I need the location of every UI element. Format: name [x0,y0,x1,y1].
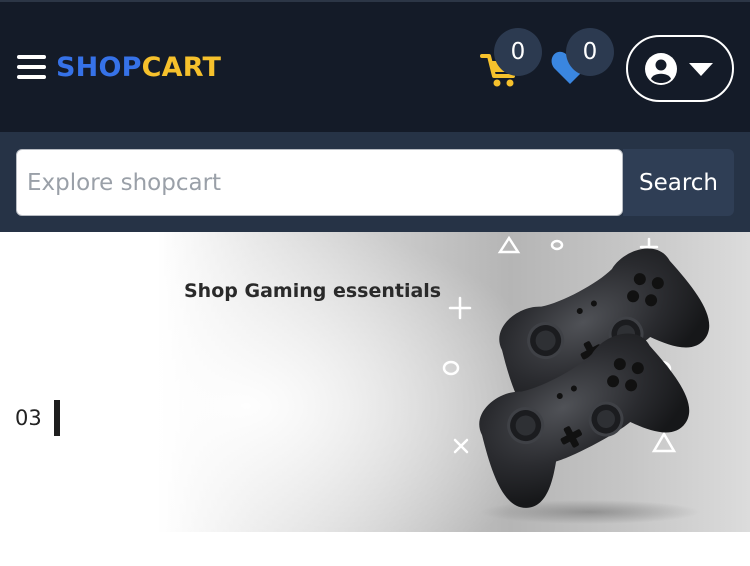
user-circle-icon [645,53,677,85]
hamburger-menu-icon[interactable] [17,54,47,80]
slide-number: 03 [15,406,42,430]
wishlist-count-badge: 0 [566,28,614,76]
top-header: SHOPCART 0 0 [0,0,750,132]
hero-banner[interactable]: Shop Gaming essentials [0,232,750,532]
logo-text-cart: CART [141,52,222,83]
slide-indicator: 03 [15,400,60,436]
account-menu-button[interactable] [626,35,734,102]
caret-down-icon [689,63,713,76]
logo-text-shop: SHOP [56,52,142,83]
gamepad-illustration [442,235,710,524]
hero-title: Shop Gaming essentials [184,280,442,302]
search-button[interactable]: Search [623,149,734,216]
search-bar: Search [0,132,750,232]
slide-indicator-bar [53,400,60,436]
shopcart-logo[interactable]: SHOPCART [56,48,221,88]
cart-count-badge: 0 [494,28,542,76]
search-input[interactable] [16,149,623,216]
